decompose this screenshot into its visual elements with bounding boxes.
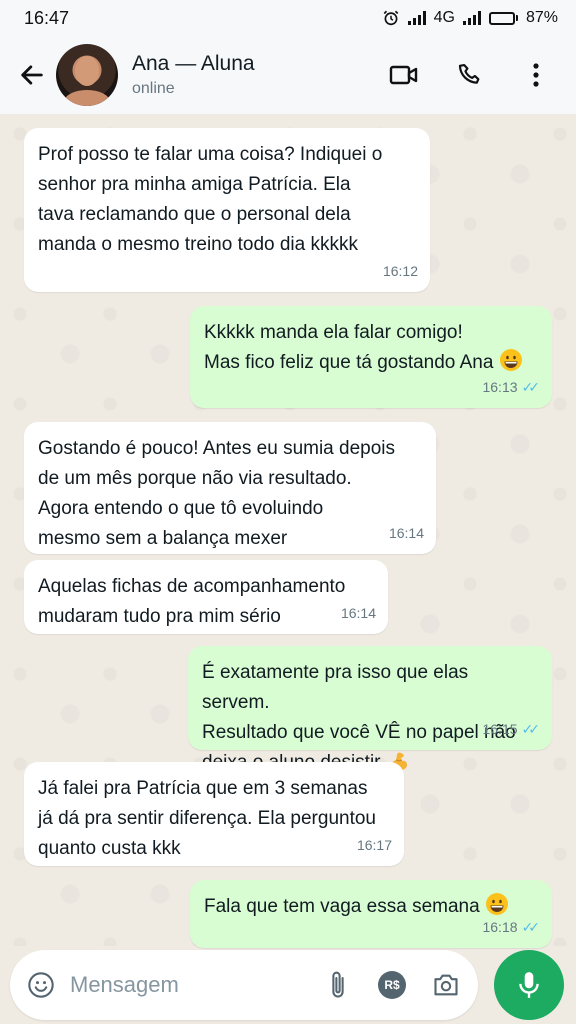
message-line: já dá pra sentir diferença. Ela pergunto… — [38, 808, 376, 829]
back-arrow-icon[interactable] — [14, 57, 50, 93]
message-input[interactable]: Mensagem — [70, 972, 302, 998]
alarm-icon — [383, 10, 398, 26]
message-incoming[interactable]: Prof posso te falar uma coisa? Indiquei … — [24, 128, 430, 292]
message-meta: 16:15 ✓✓ — [482, 714, 540, 744]
message-text: Mas fico feliz que tá gostando Ana — [204, 352, 494, 373]
contact-status: online — [132, 80, 175, 97]
message-outgoing[interactable]: Fala que tem vaga essa semana 16:18 ✓✓ — [190, 880, 552, 948]
currency-label: R$ — [378, 971, 406, 999]
message-meta: 16:14 — [389, 518, 424, 548]
message-time: 16:14 — [340, 605, 376, 621]
grinning-face-icon — [499, 349, 522, 371]
message-outgoing[interactable]: É exatamente pra isso que elas servem. R… — [188, 646, 552, 773]
message-line: Gostando é pouco! Antes eu sumia depois — [38, 438, 396, 459]
payment-icon[interactable]: R$ — [374, 967, 410, 1003]
message-time: 16:14 — [388, 525, 424, 541]
message-line: Aquelas fichas de acompanhamento — [38, 576, 346, 597]
message-time: 16:15 — [482, 721, 518, 737]
message-line: tava reclamando que o personal dela — [38, 204, 351, 225]
status-bar: 16:47 4G 87% — [0, 0, 576, 36]
message-line: Agora entendo o que tô evoluindo — [38, 498, 324, 519]
more-vert-icon[interactable] — [516, 55, 556, 95]
message-time: 16:13 — [482, 379, 518, 395]
message-text: Fala que tem vaga essa semana — [204, 896, 480, 917]
message-meta: 16:14 — [341, 598, 376, 628]
message-line: mudaram tudo pra mim sério — [38, 606, 281, 627]
read-ticks-icon: ✓✓ — [521, 919, 541, 935]
message-meta: 16:17 — [357, 830, 392, 860]
message-incoming[interactable]: Aquelas fichas de acompanhamento mudaram… — [24, 560, 388, 634]
message-line: Kkkkk manda ela falar comigo! — [204, 322, 463, 343]
message-time: 16:18 — [482, 919, 518, 935]
camera-icon[interactable] — [428, 967, 464, 1003]
message-line: manda o mesmo treino todo dia kkkkk — [38, 234, 358, 255]
message-outgoing[interactable]: Kkkkk manda ela falar comigo! Mas fico f… — [190, 306, 552, 408]
status-time: 16:47 — [24, 7, 70, 28]
message-composer: Mensagem R$ — [10, 950, 478, 1020]
phone-icon[interactable] — [450, 55, 490, 95]
message-time: 16:17 — [356, 837, 392, 853]
message-meta: 16:13 ✓✓ — [482, 372, 540, 402]
read-ticks-icon: ✓✓ — [521, 721, 541, 737]
mic-icon — [519, 972, 539, 998]
message-meta: 16:12 — [383, 256, 418, 286]
battery-icon — [488, 11, 518, 25]
contact-name: Ana — Aluna — [132, 52, 255, 75]
message-line: É exatamente pra isso que elas servem. — [202, 662, 469, 713]
avatar[interactable] — [56, 44, 118, 106]
message-incoming[interactable]: Já falei pra Patrícia que em 3 semanas j… — [24, 762, 404, 866]
message-line: Prof posso te falar uma coisa? Indiquei … — [38, 144, 383, 165]
message-meta: 16:18 ✓✓ — [482, 912, 540, 942]
signal-icon-2 — [462, 11, 481, 25]
video-call-icon[interactable] — [384, 55, 424, 95]
message-line: de um mês porque não via resultado. — [38, 468, 352, 489]
status-indicators: 4G 87% — [382, 9, 558, 27]
header-actions — [384, 55, 562, 95]
network-type: 4G — [433, 9, 455, 26]
emoji-icon[interactable] — [26, 970, 56, 1000]
mic-button[interactable] — [494, 950, 564, 1020]
chat-header: Ana — Aluna online — [0, 36, 576, 114]
message-line: senhor pra minha amiga Patrícia. Ela — [38, 174, 351, 195]
contact-info[interactable]: Ana — Aluna online — [132, 52, 384, 98]
message-line: Já falei pra Patrícia que em 3 semanas — [38, 778, 368, 799]
message-incoming[interactable]: Gostando é pouco! Antes eu sumia depois … — [24, 422, 436, 554]
message-line: mesmo sem a balança mexer — [38, 528, 288, 549]
message-line: quanto custa kkk — [38, 838, 181, 859]
message-time: 16:12 — [382, 263, 418, 279]
chat-area[interactable]: Prof posso te falar uma coisa? Indiquei … — [0, 114, 576, 948]
signal-icon — [407, 11, 426, 25]
read-ticks-icon: ✓✓ — [521, 379, 541, 395]
battery-percent: 87% — [525, 9, 558, 26]
attach-icon[interactable] — [320, 967, 356, 1003]
